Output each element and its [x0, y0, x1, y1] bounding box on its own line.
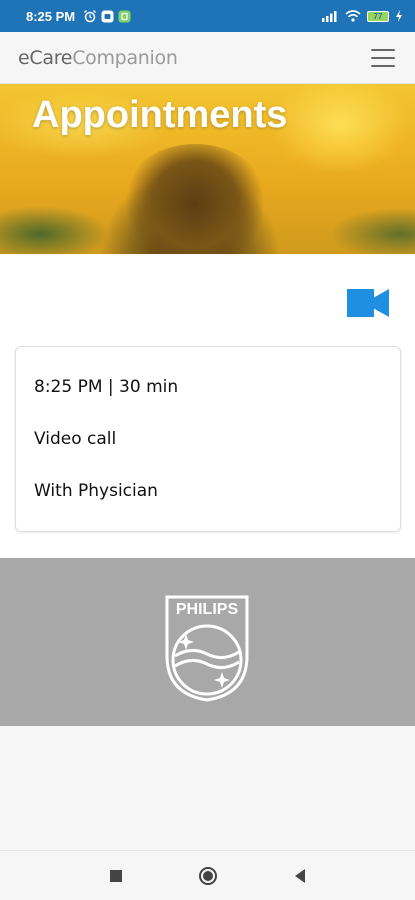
system-nav-bar	[0, 850, 415, 900]
app-logo: eCareCompanion	[18, 47, 178, 69]
menu-line	[371, 64, 395, 67]
app-notification-icon	[118, 10, 131, 22]
app-header: eCareCompanion	[0, 32, 415, 84]
appointment-time: 8:25 PM | 30 min	[34, 377, 179, 397]
alarm-icon	[84, 10, 97, 23]
wifi-icon	[345, 10, 361, 22]
menu-line	[371, 48, 395, 51]
appointment-card[interactable]: 8:25 PM | 30 min Video call With Physici…	[15, 346, 401, 532]
nav-home-icon[interactable]	[197, 865, 219, 887]
menu-line	[371, 56, 395, 59]
status-icons-right: 77	[321, 10, 403, 22]
signal-icon	[322, 11, 337, 22]
philips-shield-icon: PHILIPS	[165, 595, 249, 702]
charging-icon	[396, 10, 402, 22]
appointments-content: 8:25 PM | 30 min Video call With Physici…	[0, 254, 415, 558]
appointment-type: Video call	[34, 429, 117, 449]
appointment-with: With Physician	[34, 481, 158, 501]
nav-back-icon[interactable]	[289, 865, 311, 887]
battery-icon: 77	[367, 10, 389, 22]
hero-banner: Appointments	[0, 84, 415, 254]
nav-recents-icon[interactable]	[105, 865, 127, 887]
logo-companion: Companion	[72, 46, 178, 69]
status-bar: 8:25 PM 77	[0, 0, 415, 32]
menu-icon[interactable]	[369, 46, 397, 70]
page-title: Appointments	[32, 94, 288, 136]
status-icons-left	[83, 9, 131, 23]
philips-wordmark: PHILIPS	[176, 601, 239, 618]
notification-icon	[101, 10, 114, 22]
video-camera-icon[interactable]	[347, 288, 389, 318]
status-time: 8:25 PM	[26, 8, 76, 24]
footer: PHILIPS	[0, 558, 415, 726]
blank-area	[0, 726, 415, 850]
battery-level: 77	[367, 10, 389, 22]
logo-ecare: eCare	[18, 46, 73, 69]
